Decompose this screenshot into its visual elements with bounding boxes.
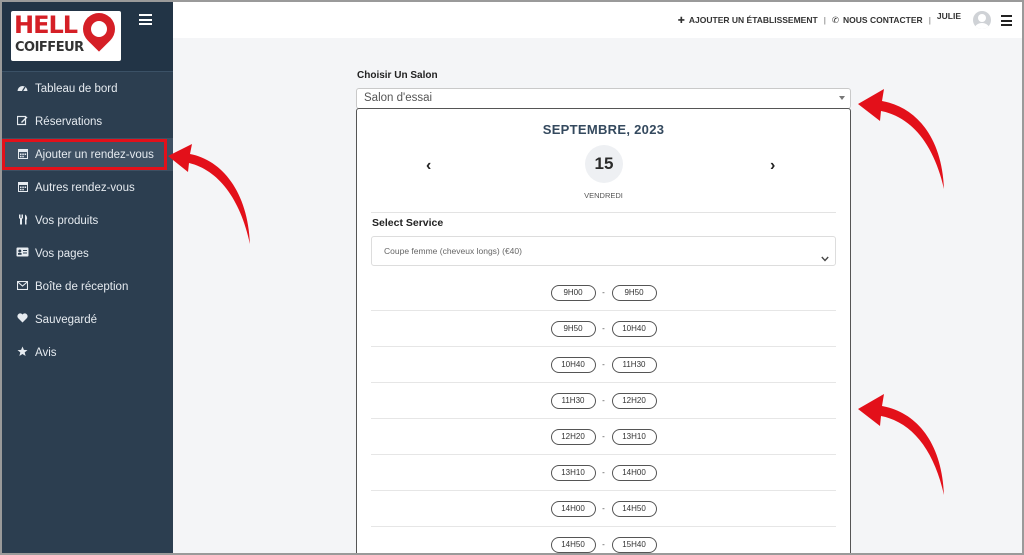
sidebar-menu-toggle-icon[interactable] xyxy=(139,14,152,25)
slot-start-button[interactable]: 9H50 xyxy=(550,320,596,337)
slot-dash: - xyxy=(602,360,605,369)
previous-day-button[interactable]: ‹ xyxy=(426,157,431,175)
utensils-icon xyxy=(16,214,29,228)
user-name: JULIE xyxy=(936,11,961,21)
calendar-icon xyxy=(16,181,29,195)
sidebar-item-ajouter-rendez-vous[interactable]: Ajouter un rendez-vous xyxy=(2,138,173,171)
booking-card: SEPTEMBRE, 2023 ‹ 15 › VENDREDI Select S… xyxy=(356,108,851,553)
slot-start-button[interactable]: 13H10 xyxy=(550,464,596,481)
sidebar-item-label: Réservations xyxy=(35,115,103,128)
user-menu[interactable]: JULIE xyxy=(937,11,991,29)
slot-end-button[interactable]: 9H50 xyxy=(611,284,657,301)
time-slot-row: 9H00 - 9H50 xyxy=(371,275,836,311)
month-title: SEPTEMBRE, 2023 xyxy=(542,122,665,137)
sidebar-item-label: Autres rendez-vous xyxy=(35,181,135,194)
star-icon xyxy=(16,346,29,360)
envelope-icon xyxy=(16,280,29,293)
logo-text-hello: HELL xyxy=(14,11,78,39)
annotation-arrow-sidebar xyxy=(168,144,250,244)
sidebar-item-boite-de-reception[interactable]: Boîte de réception xyxy=(2,270,173,303)
divider xyxy=(371,212,836,213)
service-label: Select Service xyxy=(372,217,444,229)
sidebar-item-label: Vos pages xyxy=(35,247,89,260)
contact-link[interactable]: ✆ NOUS CONTACTER xyxy=(832,15,923,26)
logo-text-coiffeur: COIFFEUR xyxy=(15,40,84,55)
avatar[interactable] xyxy=(973,11,991,29)
slot-start-button[interactable]: 10H40 xyxy=(550,356,596,373)
menu-icon[interactable] xyxy=(1001,15,1012,26)
service-select[interactable]: Coupe femme (cheveux longs) (€40) xyxy=(371,236,836,266)
sidebar-item-label: Vos produits xyxy=(35,214,99,227)
add-business-link[interactable]: ✚ AJOUTER UN ÉTABLISSEMENT xyxy=(678,15,818,26)
slot-start-button[interactable]: 14H50 xyxy=(550,536,596,553)
service-select-value: Coupe femme (cheveux longs) (€40) xyxy=(384,246,522,256)
slot-start-button[interactable]: 11H30 xyxy=(550,392,596,409)
slot-dash: - xyxy=(602,504,605,513)
slot-dash: - xyxy=(602,396,605,405)
weekday-label: VENDREDI xyxy=(584,191,623,200)
sidebar-item-avis[interactable]: Avis xyxy=(2,336,173,369)
slot-end-button[interactable]: 12H20 xyxy=(611,392,657,409)
sidebar-item-label: Avis xyxy=(35,346,57,359)
time-slot-row: 14H50 - 15H40 xyxy=(371,527,836,553)
time-slot-row: 10H40 - 11H30 xyxy=(371,347,836,383)
sidebar-item-label: Tableau de bord xyxy=(35,82,118,95)
slot-end-button[interactable]: 13H10 xyxy=(611,428,657,445)
slot-dash: - xyxy=(602,324,605,333)
salon-label: Choisir Un Salon xyxy=(357,70,438,81)
sidebar-item-vos-produits[interactable]: Vos produits xyxy=(2,204,173,237)
sidebar: HELL COIFFEUR Tableau de bord Réservatio… xyxy=(2,2,173,553)
sidebar-item-tableau-de-bord[interactable]: Tableau de bord xyxy=(2,72,173,105)
sidebar-item-reservations[interactable]: Réservations xyxy=(2,105,173,138)
sidebar-nav: Tableau de bord Réservations Ajouter un … xyxy=(2,72,173,369)
phone-icon: ✆ xyxy=(831,14,840,25)
app-window: HELL COIFFEUR Tableau de bord Réservatio… xyxy=(0,0,1024,555)
slot-dash: - xyxy=(602,288,605,297)
caret-down-icon xyxy=(839,96,845,100)
top-bar: ✚ AJOUTER UN ÉTABLISSEMENT | ✆ NOUS CONT… xyxy=(173,2,1022,38)
logo-area: HELL COIFFEUR xyxy=(2,2,173,72)
calendar-icon xyxy=(16,148,29,162)
slot-dash: - xyxy=(602,540,605,549)
slot-end-button[interactable]: 10H40 xyxy=(611,320,657,337)
chevron-down-icon xyxy=(821,245,829,273)
selected-day: 15 xyxy=(585,145,623,183)
edit-icon xyxy=(16,115,29,129)
hello-coiffeur-logo[interactable]: HELL COIFFEUR xyxy=(11,6,122,61)
slot-start-button[interactable]: 14H00 xyxy=(550,500,596,517)
sidebar-item-autres-rendez-vous[interactable]: Autres rendez-vous xyxy=(2,171,173,204)
slot-end-button[interactable]: 15H40 xyxy=(611,536,657,553)
next-day-button[interactable]: › xyxy=(770,157,775,175)
separator: | xyxy=(928,15,931,25)
separator: | xyxy=(823,15,826,25)
plus-icon: ✚ xyxy=(677,14,685,25)
slot-dash: - xyxy=(602,468,605,477)
heart-icon xyxy=(16,313,29,326)
sidebar-item-vos-pages[interactable]: Vos pages xyxy=(2,237,173,270)
sidebar-item-label: Ajouter un rendez-vous xyxy=(35,148,154,161)
slot-dash: - xyxy=(602,432,605,441)
time-slot-row: 11H30 - 12H20 xyxy=(371,383,836,419)
sidebar-item-label: Sauvegardé xyxy=(35,313,98,326)
contact-label: NOUS CONTACTER xyxy=(843,15,923,25)
slot-start-button[interactable]: 9H00 xyxy=(550,284,596,301)
time-slot-row: 14H00 - 14H50 xyxy=(371,491,836,527)
salon-select-value: Salon d'essai xyxy=(364,92,433,104)
id-card-icon xyxy=(16,247,29,260)
dashboard-icon xyxy=(16,83,29,95)
time-slot-row: 12H20 - 13H10 xyxy=(371,419,836,455)
sidebar-item-sauvegarde[interactable]: Sauvegardé xyxy=(2,303,173,336)
slot-end-button[interactable]: 14H00 xyxy=(611,464,657,481)
time-slot-row: 9H50 - 10H40 xyxy=(371,311,836,347)
slot-start-button[interactable]: 12H20 xyxy=(550,428,596,445)
salon-select[interactable]: Salon d'essai xyxy=(356,88,851,109)
add-business-label: AJOUTER UN ÉTABLISSEMENT xyxy=(688,15,818,25)
annotation-arrow-slots xyxy=(858,394,944,495)
time-slot-row: 13H10 - 14H00 xyxy=(371,455,836,491)
annotation-arrow-salon xyxy=(858,89,944,189)
slot-end-button[interactable]: 14H50 xyxy=(611,500,657,517)
sidebar-item-label: Boîte de réception xyxy=(35,280,129,293)
time-slot-list: 9H00 - 9H50 9H50 - 10H40 10H40 - 11H30 1… xyxy=(371,275,836,553)
slot-end-button[interactable]: 11H30 xyxy=(611,356,657,373)
